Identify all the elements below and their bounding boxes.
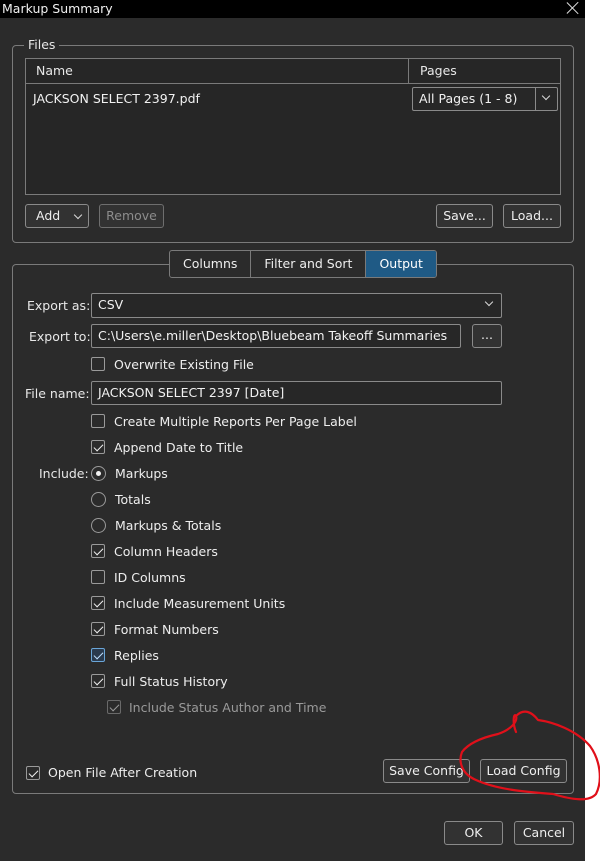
include-markups-radio[interactable]: [91, 466, 106, 481]
save-config-button[interactable]: Save Config: [383, 759, 470, 783]
status-author-time-checkbox[interactable]: [107, 700, 121, 714]
include-totals-label: Totals: [115, 492, 151, 507]
remove-button[interactable]: Remove: [99, 204, 164, 228]
tab-bar: Columns Filter and Sort Output: [169, 250, 437, 278]
overwrite-label: Overwrite Existing File: [114, 357, 254, 372]
column-header-name[interactable]: Name: [26, 59, 409, 84]
browse-button[interactable]: ...: [472, 324, 502, 348]
append-date-label: Append Date to Title: [114, 440, 244, 455]
column-header-pages[interactable]: Pages: [409, 59, 560, 84]
column-headers-label: Column Headers: [114, 544, 218, 559]
file-name-cell[interactable]: JACKSON SELECT 2397.pdf: [33, 91, 200, 106]
pages-select-value: All Pages (1 - 8): [419, 91, 518, 106]
file-name-field[interactable]: JACKSON SELECT 2397 [Date]: [91, 381, 502, 405]
column-headers-checkbox[interactable]: [91, 544, 105, 558]
add-button[interactable]: Add: [25, 204, 89, 228]
export-to-label: Export to:: [29, 329, 91, 344]
window-title: Markup Summary: [2, 1, 113, 16]
include-totals-radio[interactable]: [91, 492, 106, 507]
overwrite-checkbox[interactable]: [91, 357, 105, 371]
include-markups-label: Markups: [115, 466, 168, 481]
export-to-field[interactable]: C:\Users\e.miller\Desktop\Bluebeam Takeo…: [91, 324, 461, 348]
save-files-button[interactable]: Save...: [436, 204, 493, 228]
export-as-value: CSV: [98, 297, 124, 312]
open-after-checkbox[interactable]: [26, 766, 40, 780]
include-markups-totals-radio[interactable]: [91, 518, 106, 533]
ok-button[interactable]: OK: [444, 821, 503, 845]
replies-label: Replies: [114, 648, 159, 663]
tab-columns[interactable]: Columns: [170, 251, 252, 277]
add-button-label: Add: [36, 208, 61, 223]
title-bar: Markup Summary: [0, 0, 585, 18]
append-date-checkbox[interactable]: [91, 440, 105, 454]
id-columns-label: ID Columns: [114, 570, 186, 585]
full-status-history-checkbox[interactable]: [91, 674, 105, 688]
multiple-reports-label: Create Multiple Reports Per Page Label: [114, 414, 357, 429]
measurement-units-label: Include Measurement Units: [114, 596, 286, 611]
format-numbers-label: Format Numbers: [114, 622, 219, 637]
include-markups-totals-label: Markups & Totals: [115, 518, 222, 533]
load-config-button[interactable]: Load Config: [480, 759, 567, 783]
close-icon[interactable]: [566, 1, 580, 15]
load-files-button[interactable]: Load...: [503, 204, 561, 228]
tab-filter-and-sort[interactable]: Filter and Sort: [251, 251, 367, 277]
format-numbers-checkbox[interactable]: [91, 622, 105, 636]
files-table: Name Pages JACKSON SELECT 2397.pdf All P…: [25, 58, 561, 195]
open-after-label: Open File After Creation: [48, 765, 198, 780]
chevron-down-icon: [484, 297, 494, 307]
id-columns-checkbox[interactable]: [91, 570, 105, 584]
markup-summary-dialog: Markup Summary Files Name Pages JACKSON …: [0, 0, 585, 861]
export-as-label: Export as:: [27, 298, 91, 313]
full-status-history-label: Full Status History: [114, 674, 228, 689]
file-name-label: File name:: [25, 386, 90, 401]
chevron-down-icon: [541, 91, 551, 101]
replies-checkbox[interactable]: [91, 648, 105, 662]
export-as-select[interactable]: CSV: [91, 293, 502, 318]
pages-select[interactable]: All Pages (1 - 8): [412, 87, 558, 111]
tab-output[interactable]: Output: [366, 251, 436, 277]
cancel-button[interactable]: Cancel: [514, 821, 574, 845]
include-label: Include:: [39, 466, 89, 481]
measurement-units-checkbox[interactable]: [91, 596, 105, 610]
files-legend: Files: [24, 38, 60, 52]
multiple-reports-checkbox[interactable]: [91, 414, 105, 428]
status-author-time-label: Include Status Author and Time: [129, 700, 327, 715]
chevron-down-icon: [73, 210, 83, 220]
